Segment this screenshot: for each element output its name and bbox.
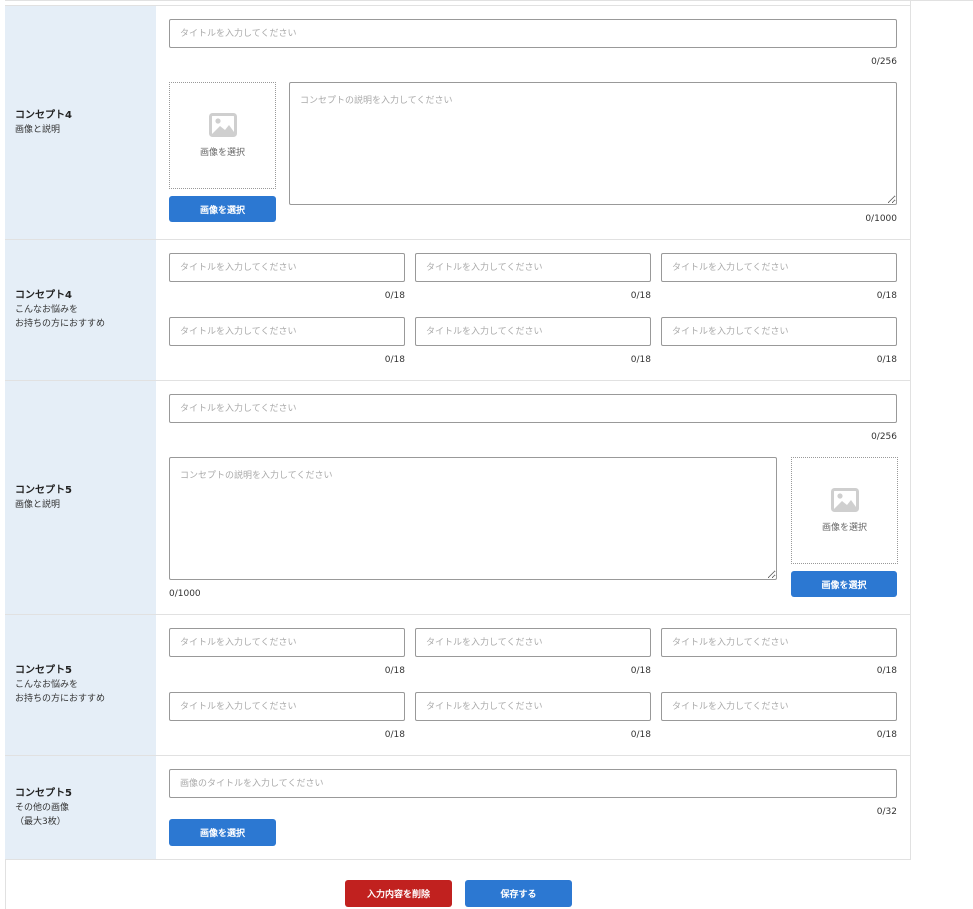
recommend-input-5[interactable] xyxy=(415,692,651,721)
recommend-input-6[interactable] xyxy=(661,692,897,721)
concept5-image-description-section: コンセプト5 画像と説明 0/256 0/1000 画像を選択 画像を選択 xyxy=(5,381,910,615)
title-counter: 0/256 xyxy=(871,432,897,442)
select-image-button[interactable]: 画像を選択 xyxy=(169,819,276,846)
section-label: コンセプト5 画像と説明 xyxy=(5,381,156,614)
recommend-counter-2: 0/18 xyxy=(630,666,651,676)
divider xyxy=(5,860,6,909)
recommend-input-4[interactable] xyxy=(169,317,405,346)
image-drop-label: 画像を選択 xyxy=(199,148,245,158)
description-counter: 0/1000 xyxy=(169,589,201,599)
title-counter: 0/256 xyxy=(871,57,897,67)
recommend-counter-1: 0/18 xyxy=(384,291,405,301)
recommend-counter-6: 0/18 xyxy=(876,730,897,740)
image-icon xyxy=(830,488,859,512)
section-subtitle: 画像と説明 xyxy=(15,124,61,135)
concept4-recommend-section: コンセプト4 こんなお悩みを お持ちの方におすすめ 0/18 0/18 0/18… xyxy=(5,240,910,381)
image-drop-area[interactable]: 画像を選択 xyxy=(169,82,276,189)
section-subtitle: その他の画像 （最大3枚） xyxy=(15,802,70,827)
section-title: コンセプト4 xyxy=(15,290,72,301)
recommend-input-6[interactable] xyxy=(661,317,897,346)
select-image-button[interactable]: 画像を選択 xyxy=(791,571,897,597)
save-button[interactable]: 保存する xyxy=(465,880,572,907)
concept5-other-images-section: コンセプト5 その他の画像 （最大3枚） 0/32 画像を選択 xyxy=(5,756,910,860)
section-title: コンセプト5 xyxy=(15,484,72,496)
divider xyxy=(910,0,973,1)
recommend-counter-3: 0/18 xyxy=(876,291,897,301)
recommend-input-2[interactable] xyxy=(415,253,651,282)
title-input[interactable] xyxy=(169,394,897,423)
delete-input-button[interactable]: 入力内容を削除 xyxy=(345,880,452,907)
recommend-input-3[interactable] xyxy=(661,628,897,657)
description-counter: 0/1000 xyxy=(865,214,897,224)
section-label: コンセプト5 こんなお悩みを お持ちの方におすすめ xyxy=(5,615,156,755)
section-title: コンセプト5 xyxy=(15,665,72,676)
section-label: コンセプト4 画像と説明 xyxy=(5,6,156,239)
section-title: コンセプト5 xyxy=(15,787,72,799)
section-label: コンセプト4 こんなお悩みを お持ちの方におすすめ xyxy=(5,240,156,380)
recommend-input-3[interactable] xyxy=(661,253,897,282)
recommend-counter-4: 0/18 xyxy=(384,355,405,365)
section-subtitle: 画像と説明 xyxy=(15,499,61,510)
description-textarea[interactable] xyxy=(169,457,777,580)
section-subtitle: こんなお悩みを お持ちの方におすすめ xyxy=(15,305,106,329)
recommend-counter-5: 0/18 xyxy=(630,355,651,365)
recommend-counter-3: 0/18 xyxy=(876,666,897,676)
image-drop-area[interactable]: 画像を選択 xyxy=(791,457,898,564)
image-title-counter: 0/32 xyxy=(876,807,897,817)
image-icon xyxy=(208,113,237,137)
recommend-counter-6: 0/18 xyxy=(876,355,897,365)
recommend-counter-1: 0/18 xyxy=(384,666,405,676)
recommend-input-4[interactable] xyxy=(169,692,405,721)
recommend-counter-4: 0/18 xyxy=(384,730,405,740)
form-panel: コンセプト4 画像と説明 0/256 画像を選択 画像を選択 0/1000 コン… xyxy=(5,0,911,860)
recommend-input-1[interactable] xyxy=(169,253,405,282)
concept4-image-description-section: コンセプト4 画像と説明 0/256 画像を選択 画像を選択 0/1000 xyxy=(5,6,910,240)
recommend-counter-5: 0/18 xyxy=(630,730,651,740)
recommend-counter-2: 0/18 xyxy=(630,291,651,301)
recommend-input-1[interactable] xyxy=(169,628,405,657)
section-subtitle: こんなお悩みを お持ちの方におすすめ xyxy=(15,680,106,704)
section-label: コンセプト5 その他の画像 （最大3枚） xyxy=(5,756,156,859)
concept5-recommend-section: コンセプト5 こんなお悩みを お持ちの方におすすめ 0/18 0/18 0/18… xyxy=(5,615,910,756)
image-drop-label: 画像を選択 xyxy=(821,523,867,533)
title-input[interactable] xyxy=(169,19,897,48)
section-title: コンセプト4 xyxy=(15,109,72,121)
image-title-input[interactable] xyxy=(169,769,897,798)
recommend-input-2[interactable] xyxy=(415,628,651,657)
recommend-input-5[interactable] xyxy=(415,317,651,346)
description-textarea[interactable] xyxy=(289,82,897,205)
select-image-button[interactable]: 画像を選択 xyxy=(169,196,276,222)
